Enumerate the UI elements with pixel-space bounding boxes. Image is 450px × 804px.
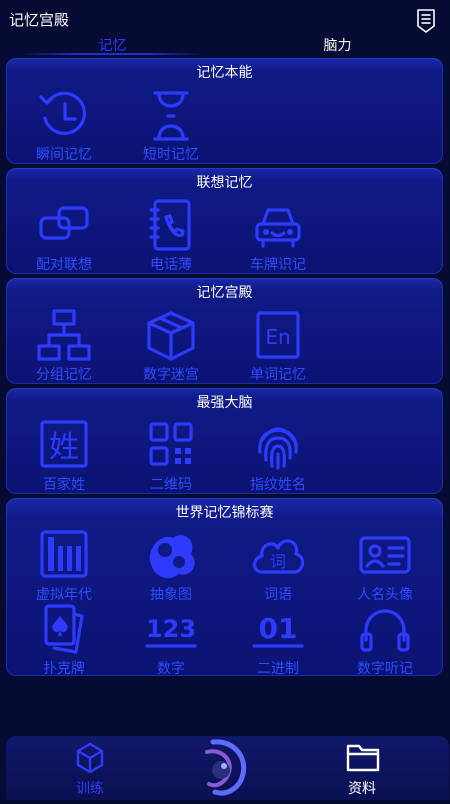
item-numbers[interactable]: 123 数字 (121, 602, 221, 688)
abstract-shape-icon (149, 535, 195, 579)
headphones-icon (360, 609, 410, 652)
item-group-memory[interactable]: 分组记忆 (14, 308, 114, 394)
item-surnames[interactable]: 姓 百家姓 (14, 418, 114, 504)
fingerprint-icon (258, 427, 298, 470)
top-bar: 记忆宫殿 (0, 0, 450, 36)
item-label: 数字 (157, 661, 185, 677)
binary-icon: 01 (252, 612, 304, 648)
item-number-maze[interactable]: 数字迷宫 (121, 308, 221, 394)
list-menu-icon[interactable] (415, 8, 437, 34)
item-label: 单词记忆 (250, 367, 306, 383)
section-memory-instinct: 记忆本能 瞬间记忆 短时记忆 (6, 58, 443, 164)
section-memory-palace: 记忆宫殿 分组记忆 数字迷宫 En 单词记忆 (6, 278, 443, 384)
item-label: 百家姓 (43, 477, 85, 493)
item-label: 数字听记 (357, 661, 413, 677)
english-word-icon: En (256, 311, 300, 359)
section-title: 最强大脑 (196, 395, 253, 411)
section-world-memory-championship: 世界记忆锦标赛 虚拟年代 抽象图 词 词语 人名头像 扑克牌 123 数字 01… (6, 498, 443, 677)
playing-cards-icon (44, 604, 84, 654)
cube-icon (147, 311, 195, 361)
app-title: 记忆宫殿 (9, 11, 70, 29)
svg-text:123: 123 (146, 615, 196, 643)
surname-icon: 姓 (40, 420, 88, 468)
item-number-listening[interactable]: 数字听记 (335, 602, 435, 688)
item-label: 车牌识记 (250, 257, 306, 273)
svg-text:En: En (265, 325, 290, 349)
history-clock-icon (39, 91, 87, 135)
item-short-memory[interactable]: 短时记忆 (121, 88, 221, 174)
timeline-icon (40, 530, 88, 578)
item-fingerprint-name[interactable]: 指纹姓名 (228, 418, 328, 504)
tab-brain[interactable]: 脑力 (225, 36, 450, 56)
item-label: 电话薄 (150, 257, 192, 273)
item-label: 人名头像 (357, 587, 413, 603)
section-title: 世界记忆锦标赛 (175, 505, 274, 521)
svg-text:词: 词 (270, 552, 286, 571)
folder-icon (346, 744, 380, 772)
item-label: 指纹姓名 (250, 477, 306, 493)
item-label: 抽象图 (150, 587, 192, 603)
item-binary[interactable]: 01 二进制 (228, 602, 328, 688)
svg-text:姓: 姓 (49, 430, 79, 465)
active-tab-indicator (20, 53, 205, 55)
numbers-icon: 123 (145, 615, 197, 648)
item-label: 扑克牌 (43, 661, 85, 677)
link-icon (39, 206, 89, 240)
item-poker-cards[interactable]: 扑克牌 (14, 602, 114, 688)
item-label: 二维码 (150, 477, 192, 493)
id-card-icon (359, 536, 411, 574)
item-label: 瞬间记忆 (36, 147, 92, 163)
section-strongest-brain: 最强大脑 姓 百家姓 二维码 指纹姓名 (6, 388, 443, 494)
item-pair-association[interactable]: 配对联想 (14, 198, 114, 284)
training-cube-icon (76, 742, 104, 774)
item-license-plate[interactable]: 车牌识记 (228, 198, 328, 284)
section-title: 记忆本能 (196, 65, 253, 81)
section-title: 记忆宫殿 (196, 285, 253, 301)
nav-label: 训练 (76, 781, 104, 797)
qr-code-icon (149, 422, 193, 466)
item-label: 二进制 (257, 661, 299, 677)
item-qr-code[interactable]: 二维码 (121, 418, 221, 504)
item-label: 分组记忆 (36, 367, 92, 383)
svg-text:01: 01 (259, 612, 298, 645)
tab-bar: 记忆 脑力 (0, 36, 450, 58)
item-label: 短时记忆 (143, 147, 199, 163)
phonebook-icon (149, 199, 191, 251)
nav-data[interactable]: 资料 (302, 736, 422, 800)
nav-label: 资料 (348, 781, 376, 797)
brain-logo-button[interactable] (193, 738, 253, 800)
car-icon (255, 208, 301, 248)
word-cloud-icon: 词 (252, 539, 305, 574)
item-word-memory[interactable]: En 单词记忆 (228, 308, 328, 394)
group-tree-icon (37, 309, 91, 361)
item-label: 数字迷宫 (143, 367, 199, 383)
item-label: 词语 (264, 587, 292, 603)
item-label: 虚拟年代 (36, 587, 92, 603)
hourglass-icon (153, 91, 189, 141)
section-association-memory: 联想记忆 配对联想 电话薄 车牌识记 (6, 168, 443, 274)
item-instant-memory[interactable]: 瞬间记忆 (14, 88, 114, 174)
item-label: 配对联想 (36, 257, 92, 273)
nav-training[interactable]: 训练 (30, 736, 150, 800)
section-title: 联想记忆 (196, 175, 253, 191)
item-phonebook[interactable]: 电话薄 (121, 198, 221, 284)
